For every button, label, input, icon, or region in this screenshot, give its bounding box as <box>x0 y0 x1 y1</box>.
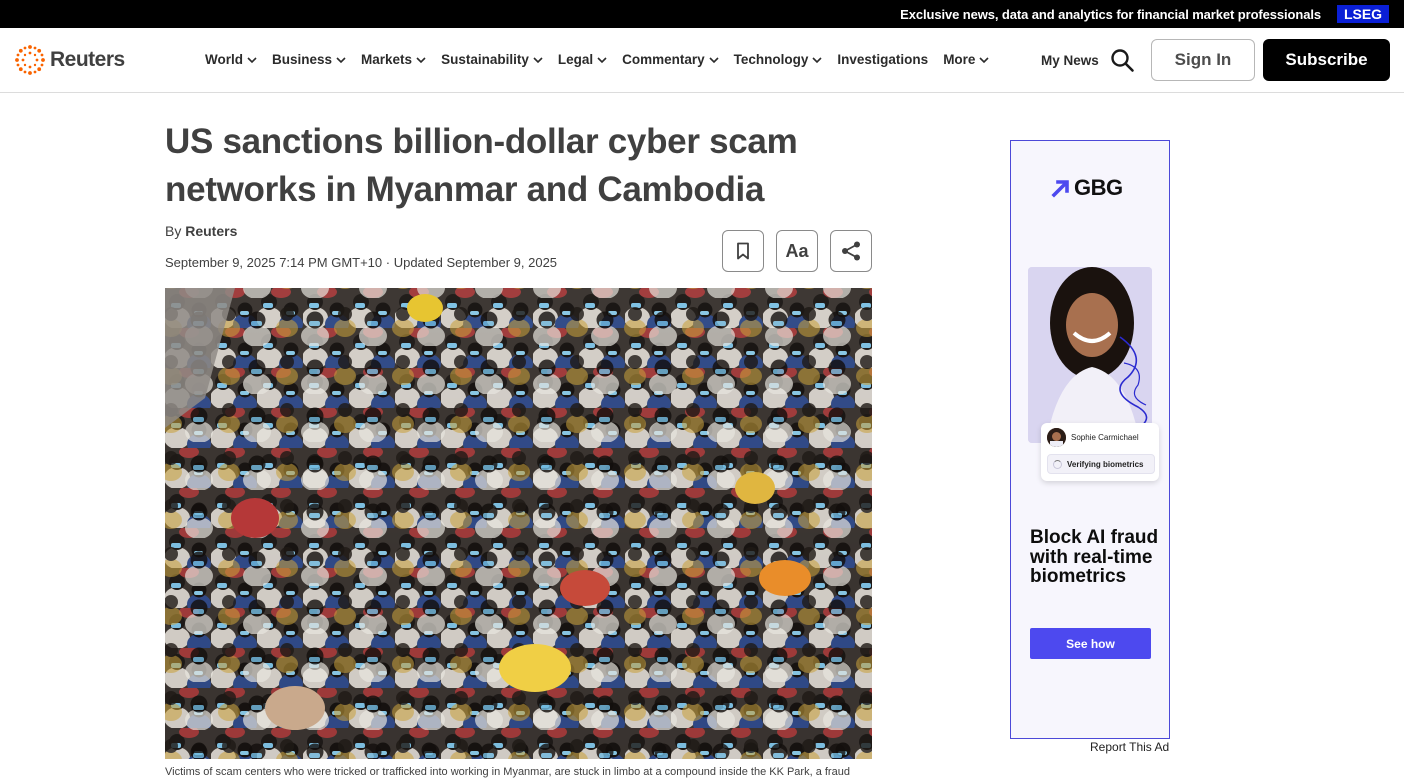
nav-item-investigations[interactable]: Investigations <box>837 52 928 67</box>
reuters-logo-icon <box>15 45 45 75</box>
lseg-badge[interactable]: LSEG <box>1337 5 1389 23</box>
status-text: Verifying biometrics <box>1067 460 1144 469</box>
image-caption: Victims of scam centers who were tricked… <box>165 766 850 778</box>
see-how-button[interactable]: See how <box>1030 628 1151 659</box>
ad-headline: Block AI fraud with real-time biometrics <box>1030 527 1159 587</box>
advertisement[interactable]: GBG Sophie Carmichael Verifying biometri… <box>1010 140 1170 739</box>
article-photo[interactable] <box>165 288 872 759</box>
nav-item-more[interactable]: More <box>943 52 990 67</box>
avatar <box>1047 428 1066 447</box>
nav-label: Investigations <box>837 52 929 67</box>
article-dateline: September 9, 2025 7:14 PM GMT+10 · Updat… <box>165 255 558 270</box>
nav-item-commentary[interactable]: Commentary <box>622 52 719 67</box>
chevron-down-icon <box>597 56 607 63</box>
bookmark-icon <box>737 242 749 260</box>
crowd-photo-illustration <box>165 288 872 759</box>
nav-item-technology[interactable]: Technology <box>734 52 823 67</box>
nav-label: Sustainability <box>441 52 529 67</box>
ad-brand: GBG <box>1074 175 1123 200</box>
chevron-down-icon <box>336 56 346 63</box>
subscribe-button[interactable]: Subscribe <box>1263 39 1390 81</box>
top-banner: Exclusive news, data and analytics for f… <box>0 0 1404 28</box>
nav-item-markets[interactable]: Markets <box>361 52 426 67</box>
banner-message[interactable]: Exclusive news, data and analytics for f… <box>900 7 1321 22</box>
byline-prefix: By <box>165 223 186 239</box>
chevron-down-icon <box>416 56 426 63</box>
gbg-logo: GBG <box>1051 175 1123 201</box>
nav-item-legal[interactable]: Legal <box>558 52 607 67</box>
chevron-down-icon <box>979 56 990 63</box>
chevron-down-icon <box>812 56 822 63</box>
person-name: Sophie Carmichael <box>1071 433 1139 442</box>
arrow-up-right-icon <box>1051 180 1069 198</box>
status-pill: Verifying biometrics <box>1047 454 1155 474</box>
search-icon[interactable] <box>1110 48 1135 73</box>
article-headline: US sanctions billion-dollar cyber scam n… <box>165 122 798 209</box>
spinner-icon <box>1053 460 1062 469</box>
nav-label: Commentary <box>622 52 705 67</box>
nav-label: More <box>943 52 976 67</box>
nav-label: Technology <box>733 52 809 67</box>
reuters-logo[interactable]: Reuters <box>14 44 125 76</box>
verification-card: Sophie Carmichael Verifying biometrics <box>1041 423 1159 481</box>
nav-item-business[interactable]: Business <box>272 52 346 67</box>
ad-portrait <box>1028 267 1152 443</box>
byline: By Reuters <box>165 223 237 239</box>
report-ad-link[interactable]: Report This Ad <box>1090 740 1169 754</box>
nav-item-sustainability[interactable]: Sustainability <box>441 52 543 67</box>
nav-label: Markets <box>361 52 413 67</box>
font-size-button[interactable]: Aa <box>776 230 818 272</box>
font-size-label: Aa <box>785 240 809 261</box>
nav-label: World <box>205 52 243 67</box>
site-header: Reuters World Business Markets Sustainab… <box>0 28 1404 93</box>
nav-item-world[interactable]: World <box>205 52 257 67</box>
chevron-down-icon <box>709 56 719 63</box>
nav-label: Legal <box>557 52 594 67</box>
logo-text: Reuters <box>50 48 125 71</box>
author-link[interactable]: Reuters <box>185 223 237 239</box>
chevron-down-icon <box>533 56 543 63</box>
main-nav: World Business Markets Sustainability Le… <box>205 52 1004 67</box>
chevron-down-icon <box>247 56 257 63</box>
share-button[interactable] <box>830 230 872 272</box>
bookmark-button[interactable] <box>722 230 764 272</box>
share-icon <box>842 241 860 261</box>
my-news-link[interactable]: My News <box>1041 53 1099 68</box>
sign-in-button[interactable]: Sign In <box>1151 39 1255 81</box>
nav-label: Business <box>272 52 333 67</box>
